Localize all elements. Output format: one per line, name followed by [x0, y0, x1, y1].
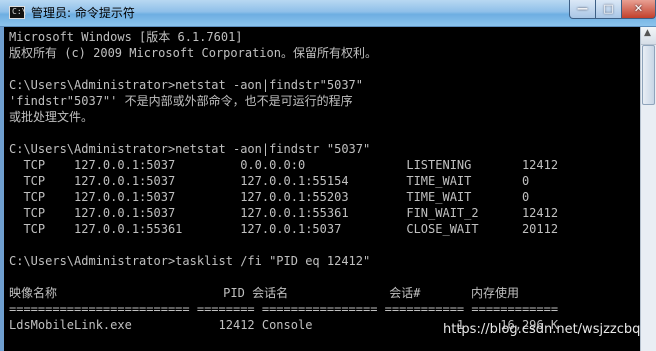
maximize-button[interactable]: □ [595, 0, 622, 19]
console-line: TCP 127.0.0.1:5037 127.0.0.1:55361 FIN_W… [9, 206, 559, 220]
console-line: TCP 127.0.0.1:5037 127.0.0.1:55154 TIME_… [9, 174, 530, 188]
console-line: ========================= ======== =====… [9, 302, 559, 316]
console-line: 'findstr"5037"' 不是内部或外部命令，也不是可运行的程序 [9, 94, 353, 108]
vertical-scrollbar[interactable]: ▲ [640, 27, 656, 351]
watermark-text: https://blog.csdn.net/wsjzzcbq [443, 322, 641, 337]
scroll-thumb[interactable] [642, 45, 655, 105]
console-line: Microsoft Windows [版本 6.1.7601] [9, 30, 243, 44]
console-line: 映像名称 PID 会话名 会话# 内存使用 [9, 286, 520, 300]
console-line: C:\Users\Administrator>netstat -aon|find… [9, 142, 371, 156]
console-line: C:\Users\Administrator>netstat -aon|find… [9, 78, 364, 92]
console-line: TCP 127.0.0.1:5037 0.0.0.0:0 LISTENING 1… [9, 158, 559, 172]
minimize-button[interactable]: — [569, 0, 596, 19]
console-line: 版权所有 (c) 2009 Microsoft Corporation。保留所有… [9, 46, 377, 60]
close-button[interactable]: ✕ [621, 0, 656, 19]
console-output[interactable]: Microsoft Windows [版本 6.1.7601] 版权所有 (c)… [4, 27, 640, 351]
scroll-up-button[interactable]: ▲ [641, 27, 656, 45]
maximize-icon: □ [603, 2, 614, 15]
minimize-icon: — [577, 2, 588, 15]
cmd-app-icon[interactable]: C:\ [9, 6, 27, 19]
title-bar[interactable]: C:\ 管理员: 命令提示符 — □ ✕ [0, 0, 656, 27]
command-prompt-window: C:\ 管理员: 命令提示符 — □ ✕ Microsoft Windows [… [0, 0, 656, 351]
close-icon: ✕ [633, 2, 644, 15]
cmd-icon-label: C:\ [12, 7, 27, 16]
console-line: TCP 127.0.0.1:5037 127.0.0.1:55203 TIME_… [9, 190, 530, 204]
window-title: 管理员: 命令提示符 [31, 6, 135, 20]
console-line: C:\Users\Administrator>tasklist /fi "PID… [9, 254, 371, 268]
chevron-up-icon: ▲ [644, 28, 651, 38]
console-line: 或批处理文件。 [9, 110, 94, 124]
console-line: TCP 127.0.0.1:55361 127.0.0.1:5037 CLOSE… [9, 222, 559, 236]
